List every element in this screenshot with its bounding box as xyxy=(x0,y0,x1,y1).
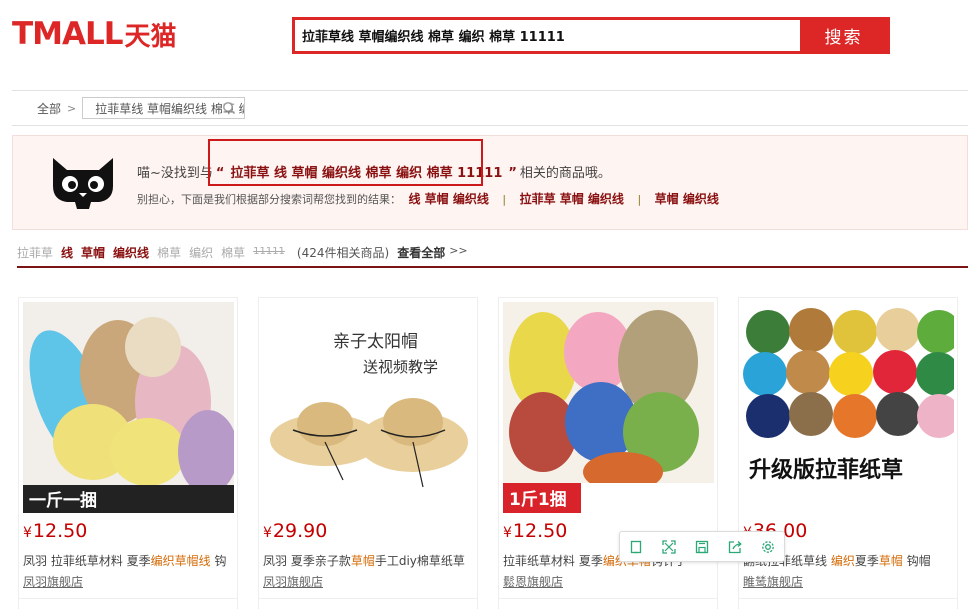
product-price: ¥12.50 xyxy=(23,520,87,542)
product-title[interactable]: 凤羽 拉菲纸草材料 夏季编织草帽线 钩 xyxy=(23,552,235,569)
logo-latin-text: TMALL xyxy=(12,16,123,52)
suggestion-divider: | xyxy=(502,193,507,206)
view-all-link[interactable]: 查看全部 xyxy=(397,244,445,261)
shop-link[interactable]: 凤羽旗舰店 xyxy=(263,573,323,590)
search-bar: 搜索 xyxy=(292,17,890,54)
product-image[interactable]: 一斤一捆 xyxy=(23,302,234,513)
no-result-notice: 喵~没找到与 “ 拉菲草 线 草帽 编织线 棉草 编织 棉草 11111 ” 相关的商品… xyxy=(12,135,968,230)
product-card-2[interactable]: 亲子太阳帽 送视频教学 ¥29.90 凤羽 夏季亲子款草帽手工diy棉草纸草 凤… xyxy=(258,297,478,609)
suggestion-link-3[interactable]: 草帽 编织线 xyxy=(655,192,719,206)
term-chip[interactable]: 拉菲草 xyxy=(17,244,53,261)
product-image-line1: 亲子太阳帽 xyxy=(333,332,418,352)
notice-suggestions: 别担心，下面是我们根据部分搜索词帮您找到的结果： 线 草帽 编织线 | 拉菲草 … xyxy=(137,190,723,207)
search-input[interactable] xyxy=(295,20,800,51)
notice-prefix: 喵~没找到与 xyxy=(137,166,213,181)
tmall-cat-icon xyxy=(49,156,117,214)
search-icon[interactable] xyxy=(222,101,236,118)
product-banner-text: 一斤一捆 xyxy=(29,490,97,511)
product-image[interactable]: 亲子太阳帽 送视频教学 xyxy=(263,302,474,513)
product-title-text: 钩帽 xyxy=(902,554,931,568)
shop-link[interactable]: 凤羽旗舰店 xyxy=(23,573,83,590)
product-image[interactable]: 1斤1捆 xyxy=(503,302,714,513)
notice-open-quote: “ xyxy=(215,166,225,181)
product-title-highlight: 编织 xyxy=(830,554,855,568)
card-divider xyxy=(739,598,957,599)
currency-symbol: ¥ xyxy=(263,525,272,541)
product-card-1[interactable]: 一斤一捆 ¥12.50 凤羽 拉菲纸草材料 夏季编织草帽线 钩 凤羽旗舰店 xyxy=(18,297,238,609)
currency-symbol: ¥ xyxy=(503,525,512,541)
shop-link[interactable]: 睢鸶旗舰店 xyxy=(743,573,803,590)
breadcrumb-all-link[interactable]: 全部 xyxy=(37,100,61,117)
breadcrumb-query-field[interactable]: 拉菲草线 草帽编织线 棉草 编织 棉草 11111 xyxy=(82,97,246,119)
product-image-caption: 升级版拉菲纸草 xyxy=(749,457,903,483)
product-title-text: 凤羽 拉菲纸草材料 夏季 xyxy=(23,554,151,568)
product-title[interactable]: 凤羽 夏季亲子款草帽手工diy棉草纸草 xyxy=(263,552,475,569)
result-count: (424件相关商品) xyxy=(296,246,390,260)
breadcrumb: 全部 > 拉菲草线 草帽编织线 棉草 编织 棉草 11111 xyxy=(12,90,968,126)
currency-symbol: ¥ xyxy=(23,525,32,541)
product-title-text: 钩 xyxy=(210,554,227,568)
notice-close-quote: ” xyxy=(508,166,517,181)
card-divider xyxy=(19,598,237,599)
term-chip[interactable]: 棉草 xyxy=(221,244,245,261)
suggestion-divider: | xyxy=(637,193,642,206)
search-button[interactable]: 搜索 xyxy=(800,20,887,51)
breadcrumb-separator: > xyxy=(67,101,77,115)
suggestion-link-2[interactable]: 拉菲草 草帽 编织线 xyxy=(520,192,624,206)
shop-link[interactable]: 鬆恩旗舰店 xyxy=(503,573,563,590)
settings-icon[interactable] xyxy=(757,536,779,558)
product-title-highlight: 草帽 xyxy=(878,554,903,568)
term-chip[interactable]: 11111 xyxy=(253,246,285,257)
product-title-highlight: 草帽 xyxy=(350,554,375,568)
chevron-right-icon: >> xyxy=(449,244,468,257)
price-value: 12.50 xyxy=(32,520,88,542)
logo-cjk-text: 天猫 xyxy=(124,21,177,52)
product-title-text: 夏季 xyxy=(854,554,879,568)
product-card-4[interactable]: 升级版拉菲纸草 ¥36.00 翻纸拉菲纸草线 编织夏季草帽 钩帽 睢鸶旗舰店 xyxy=(738,297,958,609)
notice-message: 喵~没找到与 “ 拉菲草 线 草帽 编织线 棉草 编织 棉草 11111 ” 相关的商品… xyxy=(137,162,611,181)
bookmark-icon[interactable] xyxy=(625,536,647,558)
save-icon[interactable] xyxy=(691,536,713,558)
tmall-logo[interactable]: TMALL 天猫 xyxy=(12,16,177,52)
card-divider xyxy=(259,598,477,599)
card-divider xyxy=(499,598,717,599)
floating-toolbar xyxy=(619,531,785,562)
term-chip[interactable]: 棉草 xyxy=(157,244,181,261)
product-title-highlight: 编织草帽线 xyxy=(150,554,211,568)
share-icon[interactable] xyxy=(724,536,746,558)
price-value: 29.90 xyxy=(272,520,328,542)
notice-suffix: 相关的商品哦。 xyxy=(519,166,611,181)
term-chip[interactable]: 编织线 xyxy=(113,244,149,261)
product-title-text: 手工diy棉草纸草 xyxy=(374,554,465,568)
product-title-text: 拉菲纸草材料 夏季 xyxy=(503,554,603,568)
product-banner-text: 1斤1捆 xyxy=(509,489,567,510)
price-value: 12.50 xyxy=(512,520,568,542)
product-image[interactable]: 升级版拉菲纸草 xyxy=(743,302,954,513)
product-price: ¥12.50 xyxy=(503,520,567,542)
search-term-row: 拉菲草 线 草帽 编织线 棉草 编织 棉草 11111 (424件相关商品) 查… xyxy=(17,244,968,268)
term-chip[interactable]: 线 xyxy=(61,244,73,261)
product-image-line2: 送视频教学 xyxy=(363,358,438,376)
notice-hint: 别担心，下面是我们根据部分搜索词帮您找到的结果： xyxy=(137,193,401,206)
expand-icon[interactable] xyxy=(658,536,680,558)
product-price: ¥29.90 xyxy=(263,520,327,542)
suggestion-link-1[interactable]: 线 草帽 编织线 xyxy=(409,192,489,206)
term-chip[interactable]: 草帽 xyxy=(81,244,105,261)
notice-keyword: 拉菲草 线 草帽 编织线 棉草 编织 棉草 11111 xyxy=(230,166,503,181)
product-title-text: 凤羽 夏季亲子款 xyxy=(263,554,351,568)
product-card-3[interactable]: 1斤1捆 ¥12.50 拉菲纸草材料 夏季编织草帽钩针手 鬆恩旗舰店 xyxy=(498,297,718,609)
term-chip[interactable]: 编织 xyxy=(189,244,213,261)
